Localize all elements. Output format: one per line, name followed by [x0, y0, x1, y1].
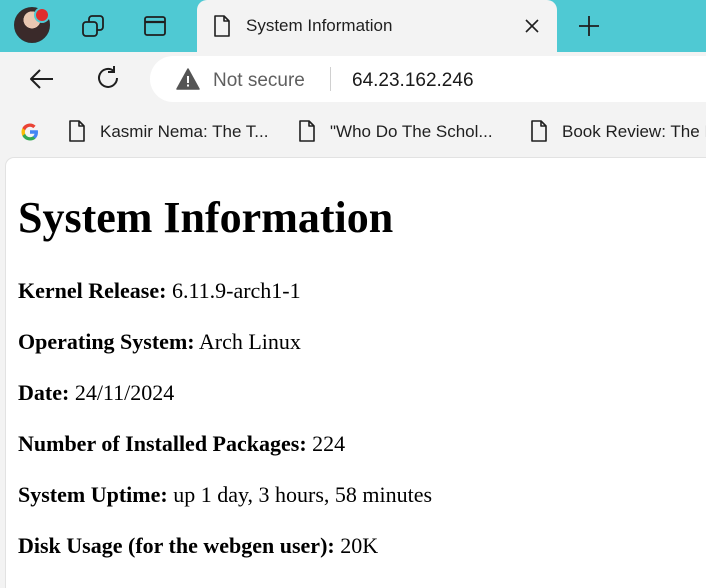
- info-label: Disk Usage (for the webgen user):: [18, 533, 335, 558]
- active-tab[interactable]: System Information: [197, 0, 557, 52]
- info-label: Date:: [18, 380, 70, 405]
- reload-icon[interactable]: [94, 64, 122, 92]
- info-value: Arch Linux: [198, 329, 301, 354]
- info-kernel-release: Kernel Release: 6.11.9-arch1-1: [18, 278, 301, 304]
- info-installed-packages: Number of Installed Packages: 224: [18, 431, 345, 457]
- bookmark-label: Kasmir Nema: The T...: [100, 122, 269, 141]
- bookmarks-bar: Kasmir Nema: The T... "Who Do The Schol.…: [0, 106, 706, 158]
- document-icon: [299, 120, 315, 142]
- tab-title: System Information: [246, 16, 393, 35]
- info-disk-usage: Disk Usage (for the webgen user): 20K: [18, 533, 378, 559]
- page-content: System Information Kernel Release: 6.11.…: [6, 158, 706, 588]
- profile-avatar[interactable]: [14, 7, 50, 43]
- url-text[interactable]: 64.23.162.246: [352, 70, 474, 92]
- page-title: System Information: [18, 193, 394, 242]
- divider: [330, 67, 331, 91]
- bookmark-label: "Who Do The Schol...: [330, 122, 493, 141]
- info-system-uptime: System Uptime: up 1 day, 3 hours, 58 min…: [18, 482, 432, 508]
- address-row: Not secure 64.23.162.246: [0, 52, 706, 106]
- document-icon: [214, 15, 230, 37]
- address-bar[interactable]: Not secure 64.23.162.246: [150, 56, 706, 102]
- close-icon[interactable]: [523, 17, 541, 35]
- back-arrow-icon[interactable]: [28, 65, 56, 93]
- google-icon[interactable]: [20, 122, 40, 142]
- workspaces-icon[interactable]: [80, 13, 106, 39]
- tab-strip: System Information: [0, 0, 706, 52]
- info-operating-system: Operating System: Arch Linux: [18, 329, 301, 355]
- notification-dot: [34, 7, 50, 23]
- document-icon: [531, 120, 547, 142]
- warning-icon[interactable]: [176, 68, 200, 90]
- info-value: 6.11.9-arch1-1: [171, 278, 301, 303]
- bookmark-label: Book Review: The I: [562, 122, 706, 141]
- info-label: Operating System:: [18, 329, 195, 354]
- tab-actions-icon[interactable]: [142, 13, 168, 39]
- info-label: Kernel Release:: [18, 278, 167, 303]
- info-value: up 1 day, 3 hours, 58 minutes: [173, 482, 433, 507]
- info-value: 20K: [340, 533, 379, 558]
- info-label: Number of Installed Packages:: [18, 431, 307, 456]
- info-value: 24/11/2024: [74, 380, 175, 405]
- security-label[interactable]: Not secure: [213, 70, 305, 92]
- info-label: System Uptime:: [18, 482, 168, 507]
- document-icon: [69, 120, 85, 142]
- plus-icon[interactable]: [576, 13, 602, 39]
- info-date: Date: 24/11/2024: [18, 380, 174, 406]
- info-value: 224: [312, 431, 346, 456]
